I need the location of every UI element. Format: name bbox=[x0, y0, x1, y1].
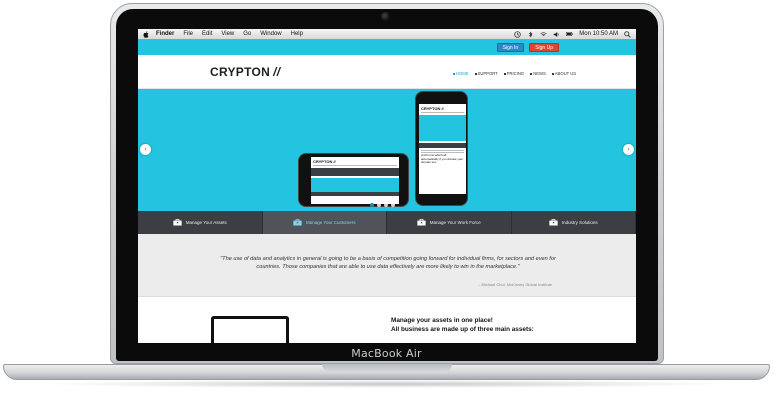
mini-banner bbox=[311, 168, 399, 176]
tab-manage-assets[interactable]: Manage Your Assets bbox=[138, 211, 263, 234]
nav-pricing[interactable]: PRICING bbox=[503, 71, 525, 76]
nav-bullet-icon bbox=[530, 72, 533, 75]
mini-divider bbox=[313, 165, 397, 166]
tab-manage-workforce[interactable]: Manage Your Work Force bbox=[387, 211, 512, 234]
mini-divider bbox=[421, 112, 464, 113]
slider-dot[interactable] bbox=[377, 203, 381, 207]
nav-home[interactable]: HOME bbox=[453, 71, 469, 76]
nav-home-label: HOME bbox=[456, 71, 469, 76]
phone-landscape-logo: CRYPTON // bbox=[313, 159, 336, 164]
tab-manage-customers-label: Manage Your Customers bbox=[305, 220, 356, 225]
tab-industry-solutions[interactable]: Industry Solutions bbox=[512, 211, 636, 234]
laptop-shadow bbox=[40, 380, 733, 388]
mini-feature-bar bbox=[311, 192, 399, 196]
slider-prev-button[interactable]: ‹ bbox=[140, 144, 151, 155]
briefcase-icon bbox=[173, 219, 182, 226]
tab-manage-customers[interactable]: Manage Your Customers bbox=[262, 211, 387, 234]
main-nav: HOME SUPPORT PRICING NEWS ABOUT US bbox=[453, 71, 576, 76]
clock-icon[interactable] bbox=[514, 30, 521, 38]
menu-edit[interactable]: Edit bbox=[202, 31, 212, 37]
battery-icon[interactable] bbox=[566, 31, 574, 38]
content-subheading: All business are made up of three main a… bbox=[391, 326, 534, 333]
tab-manage-workforce-label: Manage Your Work Force bbox=[429, 220, 481, 225]
nav-pricing-label: PRICING bbox=[506, 71, 525, 76]
site-logo[interactable]: CRYPTON// bbox=[210, 65, 280, 79]
sign-in-button[interactable]: Sign In bbox=[496, 43, 525, 52]
slider-dot[interactable] bbox=[384, 203, 388, 207]
nav-news[interactable]: NEWS bbox=[530, 71, 546, 76]
briefcase-icon bbox=[549, 219, 558, 226]
search-icon[interactable] bbox=[624, 30, 631, 38]
content-heading: Manage your assets in one place! bbox=[391, 317, 493, 324]
phone-landscape-image: CRYPTON // bbox=[298, 153, 409, 207]
tab-manage-assets-label: Manage Your Assets bbox=[185, 220, 227, 225]
menu-view[interactable]: View bbox=[221, 31, 234, 37]
nav-news-label: NEWS bbox=[533, 71, 546, 76]
quote-attribution: – Michael Chui, McKinsey Global Institut… bbox=[478, 282, 552, 287]
tab-industry-solutions-label: Industry Solutions bbox=[561, 220, 598, 225]
wifi-icon[interactable] bbox=[540, 31, 547, 38]
phone-portrait-screen: CRYPTON // profit now which all automati… bbox=[419, 104, 466, 194]
nav-bullet-icon bbox=[503, 72, 506, 75]
menu-file[interactable]: File bbox=[183, 31, 193, 37]
briefcase-icon bbox=[293, 219, 302, 226]
apple-icon[interactable] bbox=[143, 30, 149, 38]
logo-text: CRYPTON bbox=[210, 65, 271, 79]
hero-slider: ‹ › CRYPTON // CRYPTON // profit now whi… bbox=[138, 89, 636, 211]
nav-bullet-icon bbox=[551, 72, 554, 75]
os-menubar: Finder File Edit View Go Window Help Mon… bbox=[138, 29, 636, 40]
quote-text: "The use of data and analytics in genera… bbox=[220, 256, 556, 270]
mini-divider bbox=[421, 150, 464, 151]
nav-about[interactable]: ABOUT US bbox=[551, 71, 577, 76]
nav-support[interactable]: SUPPORT bbox=[474, 71, 498, 76]
phone-portrait-text: profit now which all automatically if yo… bbox=[421, 153, 464, 165]
monitor-image bbox=[211, 316, 289, 343]
camera-icon bbox=[381, 12, 390, 21]
nav-about-label: ABOUT US bbox=[554, 71, 577, 76]
menu-go[interactable]: Go bbox=[243, 31, 251, 37]
menubar-app-name[interactable]: Finder bbox=[156, 31, 174, 37]
mini-hero bbox=[419, 115, 466, 141]
volume-icon[interactable] bbox=[553, 31, 560, 38]
phone-landscape-screen: CRYPTON // bbox=[311, 157, 399, 204]
feature-tabs: Manage Your Assets Manage Your Customers… bbox=[138, 211, 636, 234]
menu-window[interactable]: Window bbox=[260, 31, 281, 37]
slider-next-button[interactable]: › bbox=[623, 144, 634, 155]
mini-hero bbox=[311, 178, 399, 192]
phone-portrait-image: CRYPTON // profit now which all automati… bbox=[415, 91, 468, 206]
slider-dot[interactable] bbox=[391, 203, 395, 207]
logo-mark: // bbox=[273, 65, 281, 79]
quote-section: "The use of data and analytics in genera… bbox=[138, 234, 636, 297]
slider-dot[interactable] bbox=[370, 203, 374, 207]
content-text: Manage your assets in one place! All bus… bbox=[391, 316, 534, 334]
phone-portrait-logo: CRYPTON // bbox=[421, 106, 444, 111]
mini-feature-bar bbox=[419, 143, 466, 148]
slider-dots bbox=[370, 203, 395, 207]
nav-bullet-icon bbox=[453, 72, 455, 75]
laptop-screen: Finder File Edit View Go Window Help Mon… bbox=[138, 29, 636, 343]
laptop-brand-label: MacBook Air bbox=[351, 347, 422, 360]
bluetooth-icon[interactable] bbox=[527, 31, 534, 38]
site-topbar: Sign In Sign Up bbox=[138, 40, 636, 55]
site-header: CRYPTON// HOME SUPPORT PRICING NEWS ABOU… bbox=[138, 55, 636, 89]
menu-help[interactable]: Help bbox=[291, 31, 303, 37]
nav-bullet-icon bbox=[474, 72, 477, 75]
sign-up-button[interactable]: Sign Up bbox=[529, 43, 559, 52]
nav-support-label: SUPPORT bbox=[477, 71, 498, 76]
menubar-clock[interactable]: Mon 10:50 AM bbox=[579, 31, 618, 37]
briefcase-icon bbox=[417, 219, 426, 226]
laptop-hinge-notch bbox=[322, 364, 452, 372]
content-section: Manage your assets in one place! All bus… bbox=[138, 297, 636, 343]
